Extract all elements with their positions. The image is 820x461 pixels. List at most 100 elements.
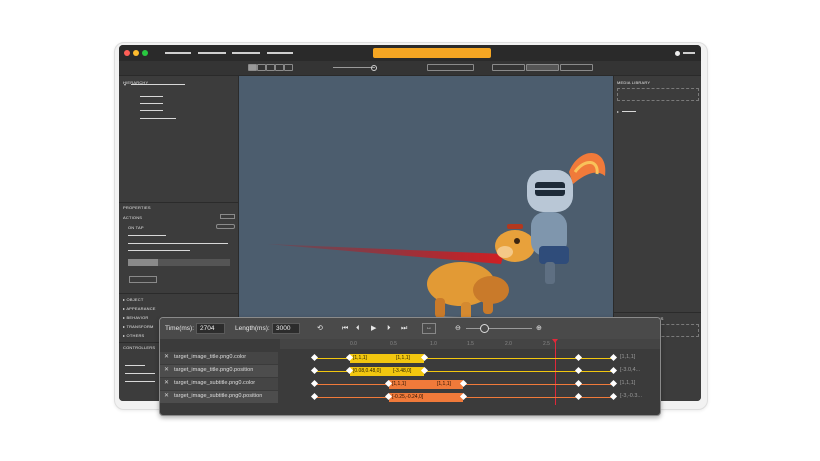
controller-item-2[interactable] (125, 373, 155, 374)
track-segment[interactable]: [1,1,1] [1,1,1] (350, 354, 424, 363)
tree-child-item-1[interactable] (140, 96, 163, 97)
media-drop-zone[interactable] (617, 88, 699, 101)
keyframe[interactable] (609, 392, 618, 401)
track-end-value: [1,1,1] (620, 380, 636, 386)
skip-to-start-icon[interactable]: ⏮ (342, 325, 348, 333)
document-tab[interactable] (373, 48, 491, 58)
toolbar-dropdown[interactable] (427, 64, 474, 71)
menu-item-3[interactable] (232, 52, 260, 54)
property-button[interactable] (129, 276, 157, 283)
keyframe[interactable] (574, 379, 583, 388)
on-tap-dropdown[interactable] (216, 224, 235, 229)
tree-root-item[interactable] (131, 84, 185, 85)
track-row[interactable]: ✕ target_image_subtitle.png0.position [-… (160, 391, 660, 404)
playhead-handle[interactable] (552, 339, 558, 343)
remove-track-icon[interactable]: ✕ (164, 366, 169, 373)
close-window-button[interactable] (124, 50, 130, 56)
property-field[interactable] (128, 259, 230, 266)
account-menu[interactable] (683, 52, 695, 54)
keyframe[interactable] (609, 353, 618, 362)
zoom-slider-handle[interactable] (371, 65, 377, 71)
step-forward-icon[interactable]: ⏵ (387, 325, 391, 333)
track-segment[interactable]: [1,1,1] [1,1,1] (389, 380, 463, 389)
zoom-slider-track[interactable] (333, 67, 375, 68)
ruler-tick-0: 0.0 (350, 341, 357, 347)
zoom-out-icon[interactable]: ⊖ (455, 325, 461, 333)
toolbar-button-c[interactable] (560, 64, 593, 71)
knight-leg (545, 262, 555, 284)
add-action-button[interactable] (220, 214, 235, 219)
tree-child-item-3[interactable] (140, 110, 163, 111)
minimize-window-button[interactable] (133, 50, 139, 56)
tool-select-button[interactable] (248, 64, 257, 71)
fit-range-icon[interactable]: ↔ (422, 323, 436, 334)
keyframe[interactable] (609, 366, 618, 375)
property-line-3 (128, 250, 190, 251)
media-folder-item[interactable] (622, 111, 636, 112)
time-input[interactable]: 2704 (196, 323, 225, 334)
section-behavior[interactable]: ▸ BEHAVIOR (123, 315, 149, 320)
length-input[interactable]: 3000 (272, 323, 300, 334)
keyframe[interactable] (310, 379, 319, 388)
section-others[interactable]: ▸ OTHERS (123, 333, 144, 338)
menu-item-1[interactable] (165, 52, 191, 54)
controller-item-1[interactable] (125, 365, 145, 366)
track-row[interactable]: ✕ target_image_title.png0.position [0.08… (160, 365, 660, 378)
toolbar (119, 61, 701, 76)
track-row[interactable]: ✕ target_image_subtitle.png0.color [1,1,… (160, 378, 660, 391)
track-name-cell: ✕ target_image_subtitle.png0.color (160, 378, 278, 390)
controller-item-3[interactable] (125, 381, 155, 382)
track-row[interactable]: ✕ target_image_title.png0.color [1,1,1] … (160, 352, 660, 365)
loop-icon[interactable]: ⟲ (317, 325, 323, 333)
keyframe[interactable] (310, 366, 319, 375)
track-end-value: [-3,-0.3... (620, 393, 643, 399)
section-behavior-label: BEHAVIOR (126, 315, 149, 320)
track-segment[interactable]: [0.08,0.48,0] [-3.48,0] (350, 367, 424, 376)
keyframe[interactable] (574, 392, 583, 401)
keyframe[interactable] (609, 379, 618, 388)
keyframe[interactable] (310, 353, 319, 362)
media-folder-icon[interactable]: ▸ (617, 109, 619, 114)
account-icon[interactable] (675, 51, 680, 56)
tool-scale-button[interactable] (275, 64, 284, 71)
maximize-window-button[interactable] (142, 50, 148, 56)
toolbar-button-a[interactable] (492, 64, 525, 71)
step-back-icon[interactable]: ⏴ (356, 325, 360, 333)
keyframe[interactable] (310, 392, 319, 401)
keyframe[interactable] (574, 366, 583, 375)
zoom-in-icon[interactable]: ⊕ (536, 325, 542, 333)
timeline-zoom-handle[interactable] (480, 324, 489, 333)
segment-start-value: [1,1,1] (392, 381, 406, 387)
section-appearance[interactable]: ▸ APPEARANCE (123, 306, 156, 311)
media-library-title: MEDIA LIBRARY (617, 80, 651, 85)
remove-track-icon[interactable]: ✕ (164, 392, 169, 399)
property-line-1 (128, 235, 166, 236)
tree-child-item-2[interactable] (140, 103, 163, 104)
actions-label[interactable]: ACTIONS (123, 215, 142, 220)
ruler-tick-2: 1.0 (430, 341, 437, 347)
time-ruler[interactable]: 0.0 0.5 1.0 1.5 2.0 2.5 (280, 339, 660, 349)
lance-beam (267, 244, 504, 264)
track-name: target_image_title.png0.position (174, 367, 254, 373)
tree-expand-icon[interactable]: ▾ (124, 82, 126, 87)
skip-to-end-icon[interactable]: ⏭ (401, 325, 407, 333)
section-others-label: OTHERS (126, 333, 145, 338)
tool-camera-button[interactable] (284, 64, 293, 71)
track-segment[interactable]: [-0.25,-0.24,0] (389, 393, 463, 402)
section-transform[interactable]: ▸ TRANSFORM (123, 324, 154, 329)
tool-rotate-button[interactable] (266, 64, 275, 71)
remove-track-icon[interactable]: ✕ (164, 379, 169, 386)
on-tap-label[interactable]: ON TAP (128, 225, 144, 230)
remove-track-icon[interactable]: ✕ (164, 353, 169, 360)
section-object[interactable]: ▸ OBJECT (123, 297, 144, 302)
play-icon[interactable]: ▶ (371, 325, 376, 333)
menu-item-2[interactable] (198, 52, 226, 54)
keyframe[interactable] (574, 353, 583, 362)
horse-eye (514, 238, 520, 244)
timeline-zoom-track[interactable] (466, 328, 532, 329)
menu-item-4[interactable] (267, 52, 293, 54)
tool-move-button[interactable] (257, 64, 266, 71)
section-object-label: OBJECT (126, 297, 144, 302)
toolbar-button-b[interactable] (526, 64, 559, 71)
tree-child-item-4[interactable] (140, 118, 176, 119)
